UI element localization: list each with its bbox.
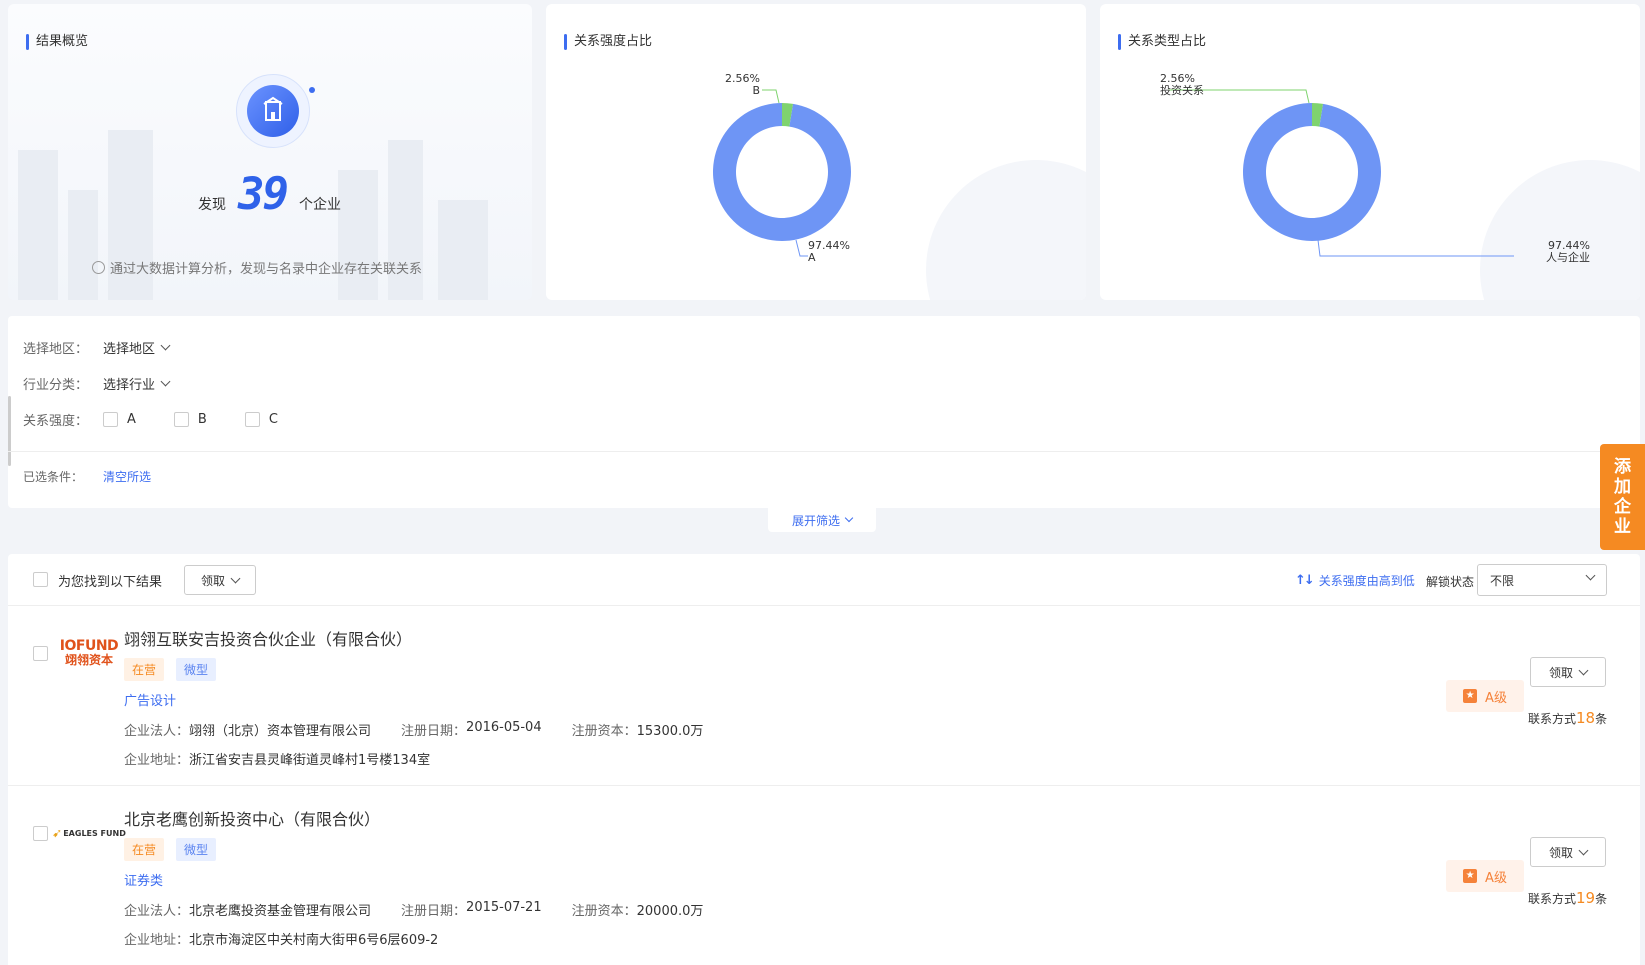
region-filter-label: 选择地区： [23,342,89,357]
found-prefix: 发现 [198,197,226,213]
industry-link[interactable]: 证券类 [124,870,163,889]
leader-line [762,89,780,104]
company-meta: 企业法人： 北京老鹰投资基金管理有限公司 注册日期： 2015-07-21 注册资本… [124,900,704,919]
strength-label-b: 2.56% B [720,73,760,97]
chevron-down-icon [160,340,171,351]
double-chevron-down-icon [844,513,854,523]
overview-title: 结果概览 [26,34,88,50]
strength-option-a[interactable]: A [103,412,136,427]
star-icon: ★ [1463,869,1478,883]
sort-icon: ↑↓ [1295,573,1315,588]
region-select[interactable]: 选择地区 [103,338,171,357]
industry-filter-label: 行业分类： [23,378,89,393]
company-name[interactable]: 翊翎互联安吉投资合伙企业（有限合伙） [124,626,412,650]
unlock-status-select[interactable]: 不限 [1477,564,1607,596]
item-checkbox[interactable] [33,646,48,661]
claim-dropdown-button[interactable]: 领取 [184,565,256,595]
donut-slice-人与企业[interactable] [1243,103,1381,241]
unlock-status-label: 解锁状态 [1426,575,1475,589]
checkbox[interactable] [173,412,189,427]
filter-row-strength: 关系强度： A B C [23,410,316,429]
status-badge: 在营 [124,658,165,681]
results-header-text: 为您找到以下结果 [58,575,163,590]
industry-select[interactable]: 选择行业 [103,374,171,393]
company-address: 企业地址： 北京市海淀区中关村南大街甲6号6层609-2 [124,933,439,948]
company-tags: 在营 微型 [124,658,228,681]
size-badge: 微型 [176,658,217,681]
found-count-line: 发现 39 个企业 [198,169,341,220]
skyline-decoration [18,150,58,300]
strength-option-c[interactable]: C [244,412,278,427]
filter-row-selected: 已选条件： 清空所选 [23,468,151,485]
checkbox[interactable] [103,412,118,427]
filter-row-industry: 行业分类： 选择行业 [23,374,171,393]
company-name[interactable]: 北京老鹰创新投资中心（有限合伙） [124,806,380,830]
type-label-large: 97.44% 人与企业 [1510,240,1590,264]
chevron-down-icon [1578,665,1589,675]
strength-option-b[interactable]: B [173,412,207,427]
overview-note-text: 通过大数据计算分析，发现与名录中企业存在关联关系 [110,262,423,277]
type-label-large-name: 人与企业 [1546,251,1590,264]
item-checkbox[interactable] [33,826,48,841]
status-badge: 在营 [124,838,165,861]
overview-note: 通过大数据计算分析，发现与名录中企业存在关联关系 [92,258,422,277]
type-label-small-name: 投资关系 [1160,84,1204,97]
contact-count[interactable]: 联系方式18条 [1528,709,1607,727]
leader-line [1317,239,1514,257]
size-badge: 微型 [176,838,217,861]
contact-count[interactable]: 联系方式19条 [1528,889,1607,907]
skyline-decoration [338,170,378,300]
claim-button[interactable]: 领取 [1530,837,1606,867]
select-all-checkbox[interactable] [33,572,48,587]
found-suffix: 个企业 [298,197,341,213]
strength-label-a-name: A [808,251,816,264]
filter-panel: 选择地区： 选择地区 行业分类： 选择行业 关系强度： A B C 已选条件： … [8,316,1640,508]
sort-by-strength-link[interactable]: ↑↓ 关系强度由高到低 [1295,572,1415,589]
strength-filter-label: 关系强度： [23,414,89,429]
scroll-indicator [8,396,11,466]
chevron-down-icon [160,376,171,387]
add-company-tab[interactable]: 添 加 企 业 [1600,444,1645,550]
strength-label-a: 97.44% A [808,240,850,264]
selected-filter-label: 已选条件： [23,470,84,484]
clear-selection-link[interactable]: 清空所选 [103,468,151,485]
skyline-decoration [68,190,98,300]
company-tags: 在营 微型 [124,838,228,861]
strength-label-b-name: B [752,84,760,97]
grade-badge: ★ A级 [1446,860,1524,892]
results-header: 为您找到以下结果 领取 ↑↓ 关系强度由高到低 解锁状态 不限 [8,554,1640,606]
strength-chart-card: 关系强度占比 2.56% B 97.44% A [546,4,1086,300]
star-icon: ★ [1463,689,1478,703]
analysis-icon [92,261,105,274]
checkbox[interactable] [244,412,260,427]
type-chart-card: 关系类型占比 2.56% 投资关系 97.44% 人与企业 [1100,4,1640,300]
results-panel: 为您找到以下结果 领取 ↑↓ 关系强度由高到低 解锁状态 不限 IOFUND 翊翎… [8,554,1640,965]
building-icon [236,74,315,148]
grade-badge: ★ A级 [1446,680,1524,712]
claim-button[interactable]: 领取 [1530,657,1606,687]
leader-line [795,239,808,257]
result-item: IOFUND 翊翎资本 翊翎互联安吉投资合伙企业（有限合伙） 在营 微型 广告设… [8,606,1640,786]
company-address: 企业地址： 浙江省安吉县灵峰街道灵峰村1号楼134室 [124,753,431,768]
company-logo: IOFUND 翊翎资本 [59,638,119,667]
chevron-down-icon [1578,845,1589,855]
chevron-down-icon [230,573,241,583]
filter-row-region: 选择地区： 选择地区 [23,338,171,357]
chevron-down-icon [1585,570,1596,581]
expand-filter-button[interactable]: 展开筛选 [768,508,876,532]
skyline-decoration [438,200,488,300]
type-label-small: 2.56% 投资关系 [1160,73,1204,97]
company-logo: ➹ EAGLES FUND [52,826,126,840]
eagle-icon: ➹ [52,826,63,840]
found-count: 39 [238,169,289,220]
industry-link[interactable]: 广告设计 [124,690,176,709]
company-meta: 企业法人： 翊翎（北京）资本管理有限公司 注册日期： 2016-05-04 注册资本… [124,720,704,739]
overview-card: 结果概览 发现 39 个企业 通过大数据计算分析，发现与名录中企业存在关联关系 [8,4,532,300]
result-item: ➹ EAGLES FUND 北京老鹰创新投资中心（有限合伙） 在营 微型 证券类 … [8,786,1640,965]
